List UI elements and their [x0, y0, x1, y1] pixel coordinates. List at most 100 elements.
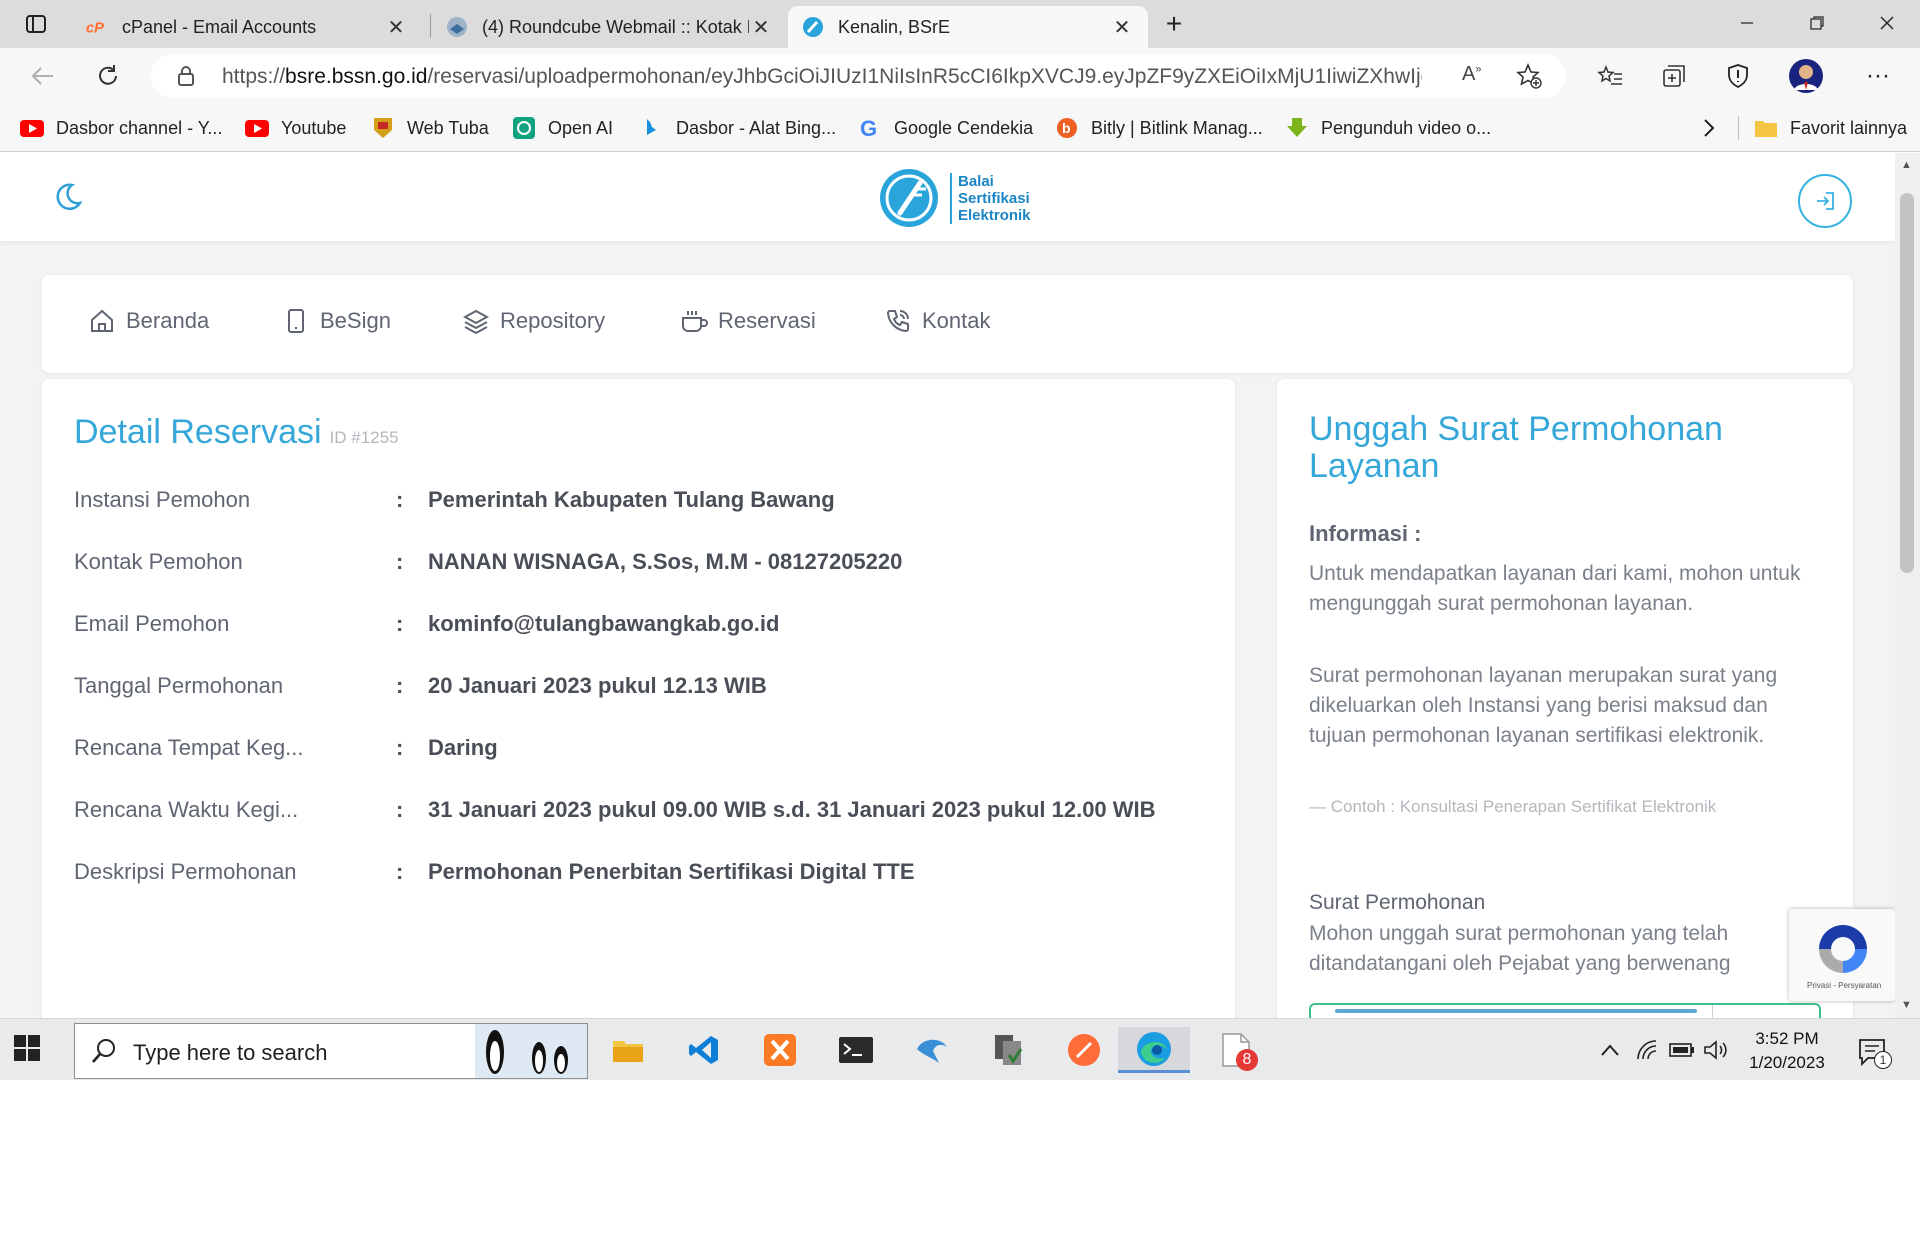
pdf-badge: 8: [1236, 1049, 1258, 1071]
bookmark-item[interactable]: Pengunduh video o...: [1285, 114, 1491, 142]
detail-value: kominfo@tulangbawangkab.go.id: [428, 611, 780, 636]
close-icon[interactable]: ✕: [1110, 15, 1134, 39]
scroll-down-icon[interactable]: ▼: [1901, 999, 1912, 1011]
bsre-logo[interactable]: Balai Sertifikasi Elektronik: [878, 167, 1031, 229]
phone-icon: [282, 307, 310, 335]
bookmark-item[interactable]: Dasbor channel - Y...: [20, 114, 222, 142]
bookmark-item[interactable]: Dasbor - Alat Bing...: [640, 114, 836, 142]
recaptcha-badge[interactable]: Privasi - Persyaratan: [1789, 909, 1895, 1001]
refresh-icon[interactable]: [90, 58, 126, 94]
help-line: Mohon unggah surat permohonan yang telah: [1309, 922, 1729, 945]
other-favorites-folder[interactable]: Favorit lainnya: [1754, 114, 1907, 142]
wifi-icon[interactable]: [1634, 1037, 1662, 1063]
dbeaver-icon[interactable]: [908, 1027, 956, 1073]
bookmark-label: Dasbor channel - Y...: [56, 117, 223, 138]
cpanel-icon: cP: [86, 16, 108, 38]
url-text[interactable]: https://bsre.bssn.go.id/reservasi/upload…: [222, 65, 1422, 89]
close-icon[interactable]: ✕: [749, 15, 773, 39]
detail-value: Daring: [428, 735, 498, 760]
bookmark-item[interactable]: b Bitly | Bitlink Manag...: [1055, 114, 1263, 142]
recaptcha-links[interactable]: Privasi - Persyaratan: [1807, 981, 1881, 990]
file-sync-icon[interactable]: [984, 1027, 1032, 1073]
url-bar[interactable]: https://bsre.bssn.go.id/reservasi/upload…: [150, 54, 1566, 98]
tab-separator: [430, 14, 431, 38]
more-menu-icon[interactable]: ···: [1860, 58, 1896, 94]
scroll-thumb[interactable]: [1900, 193, 1914, 573]
minimize-icon[interactable]: [1712, 0, 1782, 46]
profile-avatar[interactable]: [1788, 58, 1824, 94]
dark-mode-toggle-icon[interactable]: [52, 181, 84, 213]
detail-value: NANAN WISNAGA, S.Sos, M.M - 08127205220: [428, 549, 903, 574]
clock-date: 1/20/2023: [1749, 1053, 1825, 1072]
main-navigation: Beranda BeSign Repository Reservasi Kont…: [42, 275, 1853, 373]
bookmark-item[interactable]: Open AI: [512, 114, 613, 142]
xampp-icon[interactable]: [756, 1027, 804, 1073]
battery-icon[interactable]: [1668, 1037, 1696, 1063]
back-icon[interactable]: [24, 58, 60, 94]
bookmark-item[interactable]: Youtube: [245, 114, 346, 142]
bookmark-item[interactable]: G Google Cendekia: [858, 114, 1033, 142]
tab-title: cPanel - Email Accounts: [122, 16, 317, 37]
detail-colon: :: [396, 611, 404, 636]
new-tab-button[interactable]: +: [1160, 8, 1188, 39]
home-icon: [88, 307, 116, 335]
file-upload-input[interactable]: [1309, 1003, 1821, 1018]
scroll-up-icon[interactable]: ▲: [1901, 159, 1912, 171]
openai-icon: [512, 116, 536, 140]
detail-colon: :: [396, 487, 404, 512]
detail-colon: :: [396, 735, 404, 760]
tab-actions-icon[interactable]: [22, 10, 50, 38]
terminal-icon[interactable]: [832, 1027, 880, 1073]
lock-icon[interactable]: [176, 65, 196, 92]
edge-browser-icon[interactable]: [1118, 1027, 1190, 1073]
upload-title: Unggah Surat Permohonan Layanan: [1309, 410, 1723, 485]
bitly-icon: b: [1055, 116, 1079, 140]
nav-item-kontak[interactable]: Kontak: [884, 307, 991, 335]
tab-bsre[interactable]: Kenalin, BSrE ✕: [788, 6, 1148, 48]
nav-item-repository[interactable]: Repository: [462, 307, 605, 335]
bookmark-label: Web Tuba: [407, 117, 489, 138]
page-scrollbar[interactable]: ▲ ▼: [1895, 153, 1920, 1018]
nav-item-besign[interactable]: BeSign: [282, 307, 391, 335]
vscode-icon[interactable]: [680, 1027, 728, 1073]
tab-cpanel[interactable]: cP cPanel - Email Accounts ✕: [72, 6, 422, 48]
bookmarks-overflow-icon[interactable]: [1702, 114, 1716, 142]
bookmark-label: Favorit lainnya: [1790, 117, 1908, 138]
site-header: Balai Sertifikasi Elektronik: [0, 153, 1895, 241]
logo-text: Balai Sertifikasi Elektronik: [950, 172, 1031, 224]
bookmark-label: Pengunduh video o...: [1321, 117, 1492, 138]
file-explorer-icon[interactable]: [604, 1027, 652, 1073]
detail-label: Instansi Pemohon: [74, 487, 251, 512]
pdf-reader-icon[interactable]: 8: [1212, 1027, 1260, 1073]
postman-icon[interactable]: [1060, 1027, 1108, 1073]
detail-label: Tanggal Permohonan: [74, 673, 284, 698]
collections-icon[interactable]: [1656, 58, 1692, 94]
login-button[interactable]: [1798, 174, 1852, 228]
detail-row-instansi: Instansi Pemohon : Pemerintah Kabupaten …: [74, 487, 1214, 517]
volume-icon[interactable]: [1702, 1037, 1730, 1063]
bookmark-item[interactable]: Web Tuba: [371, 114, 489, 142]
youtube-icon: [20, 116, 44, 140]
window-close-icon[interactable]: [1852, 0, 1920, 46]
windows-start-icon[interactable]: [14, 1035, 46, 1067]
notifications-icon[interactable]: 1: [1856, 1035, 1892, 1069]
bookmark-label: Open AI: [548, 117, 614, 138]
add-favorite-icon[interactable]: [1516, 62, 1542, 94]
detail-title: Detail Reservasi ID #1255: [74, 413, 399, 452]
surat-permohonan-label: Surat Permohonan: [1309, 891, 1486, 914]
favorites-icon[interactable]: [1592, 58, 1628, 94]
nav-item-reservasi[interactable]: Reservasi: [680, 307, 816, 335]
taskbar-search-input[interactable]: Type here to search: [74, 1023, 588, 1079]
system-clock[interactable]: 3:52 PM 1/20/2023: [1742, 1027, 1832, 1075]
tab-roundcube[interactable]: (4) Roundcube Webmail :: Kotak Masuk ✕: [432, 6, 787, 48]
close-icon[interactable]: ✕: [384, 15, 408, 39]
restore-icon[interactable]: [1782, 0, 1852, 46]
nav-label: Beranda: [126, 308, 210, 333]
browser-essentials-icon[interactable]: [1720, 58, 1756, 94]
nav-label: BeSign: [320, 308, 391, 333]
show-hidden-icons-icon[interactable]: [1596, 1037, 1624, 1063]
nav-label: Repository: [500, 308, 606, 333]
read-aloud-icon[interactable]: A»: [1462, 63, 1481, 86]
nav-item-beranda[interactable]: Beranda: [88, 307, 209, 335]
layers-icon: [462, 307, 490, 335]
